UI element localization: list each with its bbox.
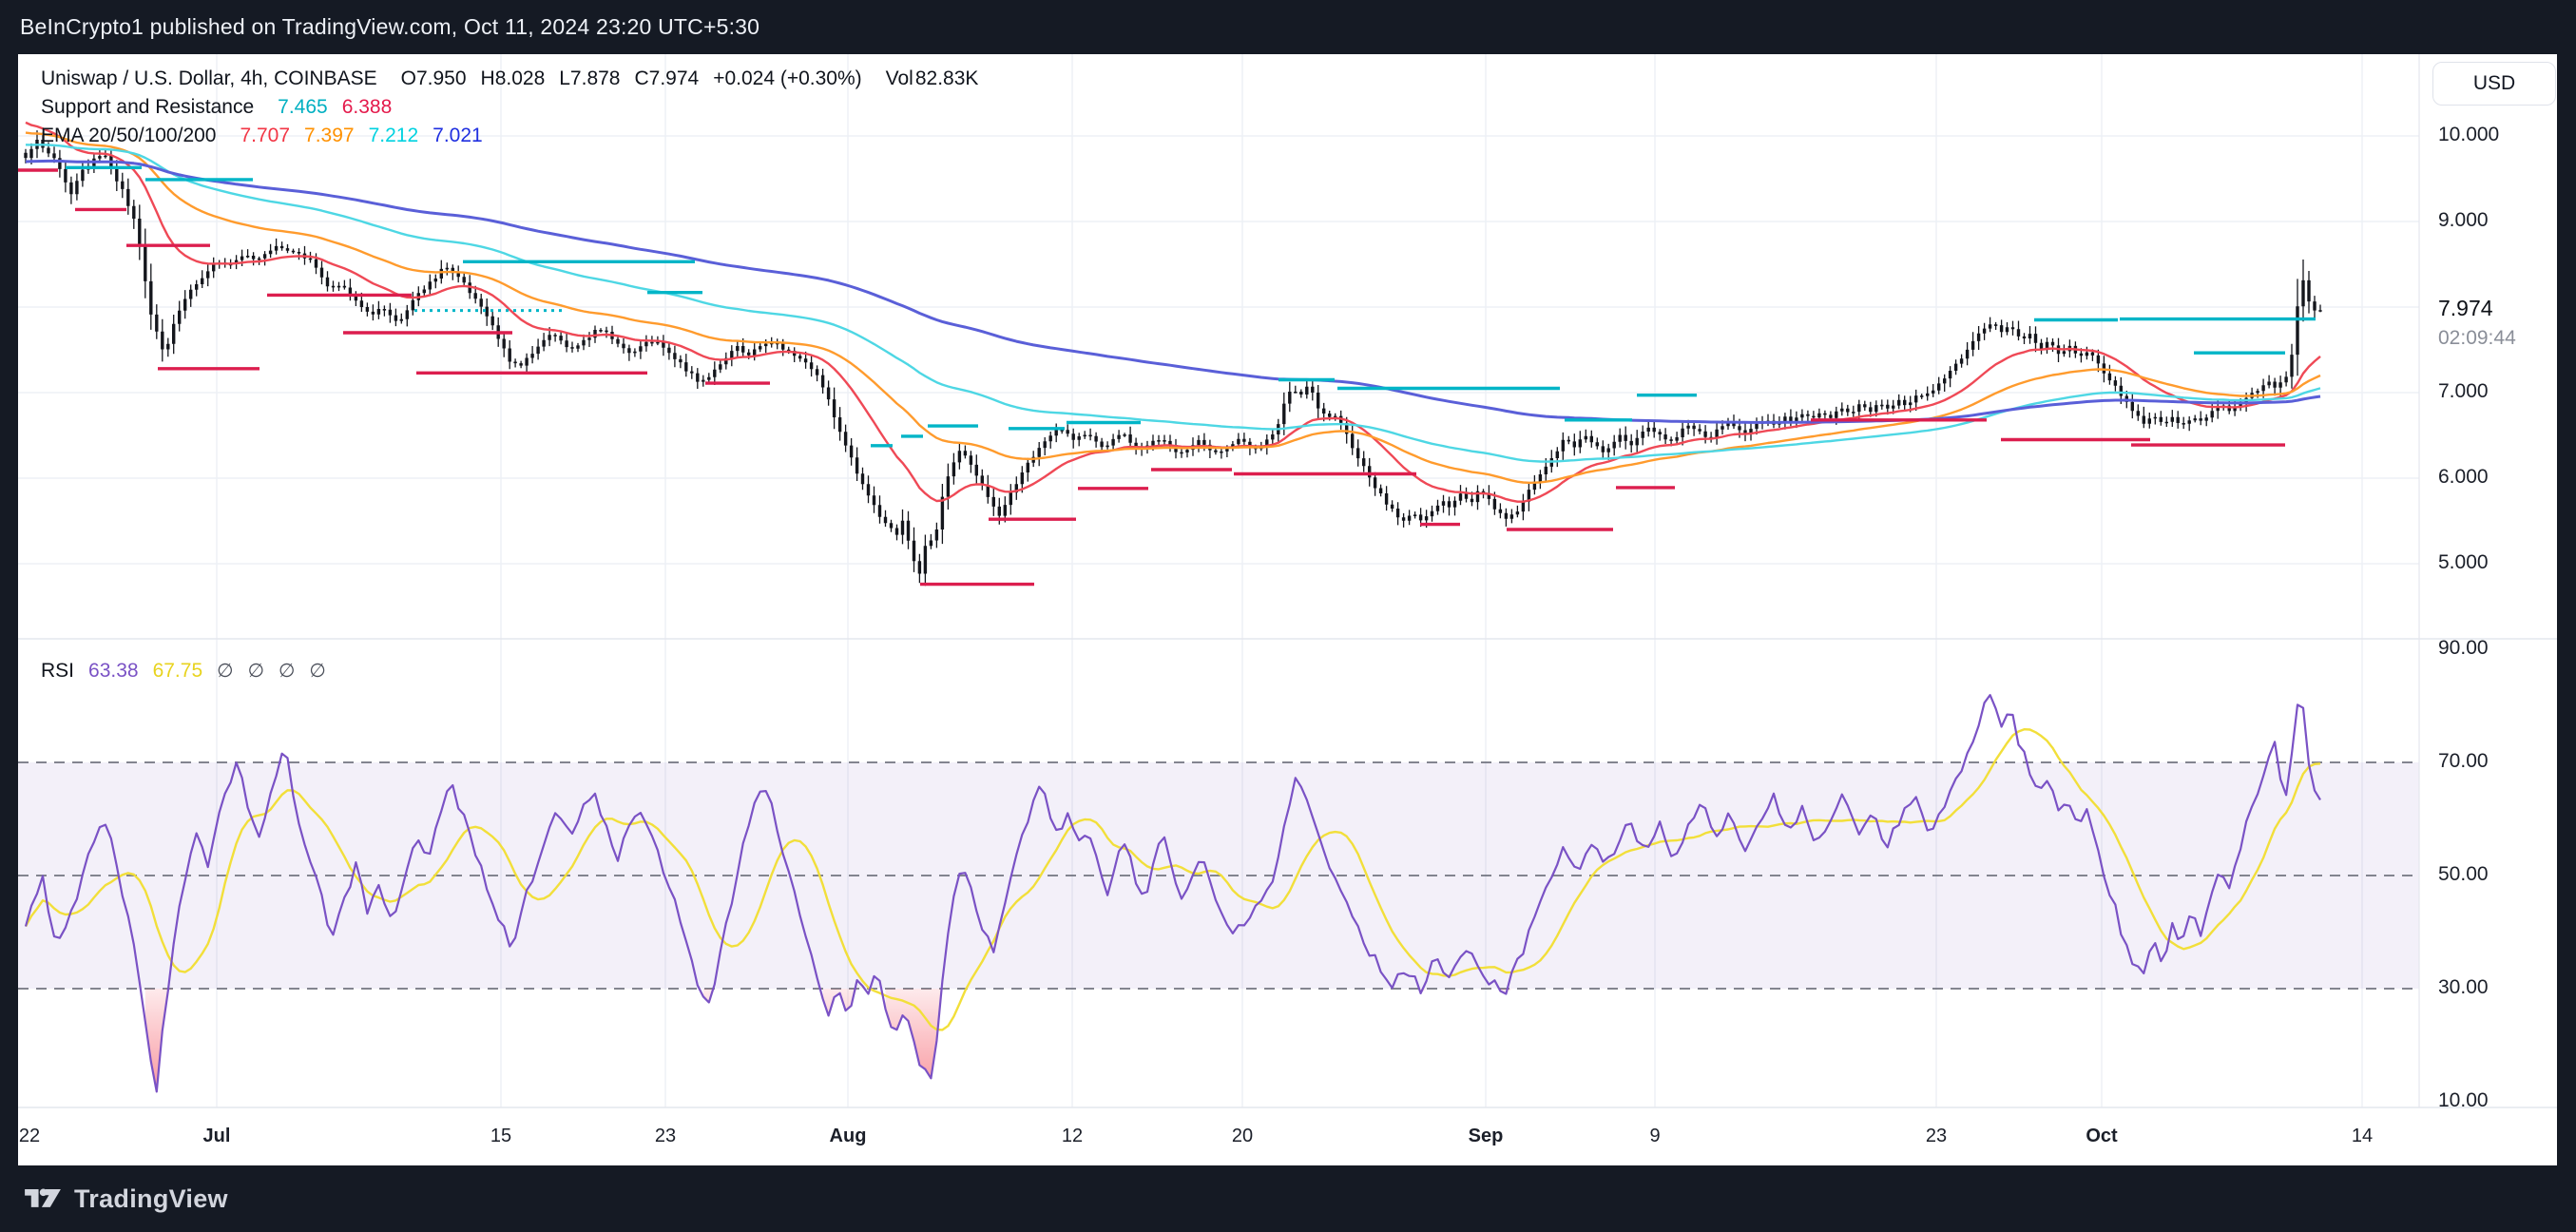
price-axis-label: 9.000: [2438, 209, 2489, 232]
footer: TradingView: [0, 1165, 2576, 1232]
rsi-legend-row[interactable]: RSI 63.38 67.75 ∅ ∅ ∅ ∅: [41, 659, 326, 683]
time-axis-label: 23: [1926, 1126, 1947, 1147]
rsi-axis-label: 70.00: [2438, 750, 2489, 773]
volume-label: Vol: [886, 67, 913, 90]
ohlc-close: C7.974: [634, 67, 699, 90]
chart-canvas[interactable]: [18, 54, 2557, 1165]
rsi-indicator-title: RSI: [41, 660, 74, 683]
time-axis-label: 9: [1649, 1126, 1660, 1147]
symbol-legend-row[interactable]: Uniswap / U.S. Dollar, 4h, COINBASE O7.9…: [41, 67, 978, 96]
ema50-value: 7.397: [304, 125, 355, 147]
price-axis-label: 7.000: [2438, 380, 2489, 403]
attribution-bar: BeInCrypto1 published on TradingView.com…: [0, 0, 2576, 54]
legend: Uniswap / U.S. Dollar, 4h, COINBASE O7.9…: [41, 67, 978, 153]
chart-frame: Uniswap / U.S. Dollar, 4h, COINBASE O7.9…: [18, 54, 2557, 1165]
screen: BeInCrypto1 published on TradingView.com…: [0, 0, 2576, 1232]
time-axis-label: 15: [490, 1126, 511, 1147]
price-axis-label: 6.000: [2438, 466, 2489, 489]
currency-toggle-label: USD: [2473, 72, 2515, 95]
sr-indicator-title: Support and Resistance: [41, 96, 254, 119]
ema-legend-row[interactable]: EMA 20/50/100/200 7.707 7.397 7.212 7.02…: [41, 125, 978, 153]
time-axis-label: Oct: [2086, 1126, 2117, 1147]
ema-indicator-title: EMA 20/50/100/200: [41, 125, 216, 147]
ohlc-high: H8.028: [481, 67, 546, 90]
empty-set-icon: ∅: [309, 659, 325, 683]
time-scale[interactable]: [18, 1108, 2557, 1165]
empty-set-icon: ∅: [217, 659, 233, 683]
ohlc-low: L7.878: [559, 67, 620, 90]
symbol-title: Uniswap / U.S. Dollar, 4h, COINBASE: [41, 67, 377, 90]
rsi-value: 63.38: [88, 660, 139, 683]
rsi-axis-label: 90.00: [2438, 637, 2489, 660]
volume-value: 82.83K: [915, 67, 979, 90]
sr-resistance-value: 7.465: [278, 96, 328, 119]
time-axis-label: Sep: [1469, 1126, 1504, 1147]
current-price-label: 7.974 02:09:44: [2438, 296, 2516, 350]
currency-toggle-button[interactable]: USD: [2432, 62, 2556, 106]
time-axis-label: 14: [2352, 1126, 2373, 1147]
rsi-axis-label: 50.00: [2438, 863, 2489, 886]
rsi-axis-label: 30.00: [2438, 976, 2489, 999]
time-axis-label: 12: [1062, 1126, 1083, 1147]
rsi-axis-label: 10.00: [2438, 1089, 2489, 1112]
empty-set-icon: ∅: [279, 659, 295, 683]
time-axis-label: 23: [655, 1126, 676, 1147]
time-axis-label: Jul: [203, 1126, 231, 1147]
sr-support-value: 6.388: [342, 96, 393, 119]
price-change: +0.024 (+0.30%): [713, 67, 861, 90]
ema100-value: 7.212: [369, 125, 419, 147]
time-axis-label: 22: [19, 1126, 40, 1147]
time-axis-label: Aug: [830, 1126, 867, 1147]
attribution-text: BeInCrypto1 published on TradingView.com…: [20, 14, 759, 40]
price-axis-label: 5.000: [2438, 551, 2489, 574]
empty-set-icon: ∅: [248, 659, 264, 683]
current-price-value: 7.974: [2438, 296, 2516, 322]
sr-legend-row[interactable]: Support and Resistance 7.465 6.388: [41, 96, 978, 125]
tradingview-brand-text: TradingView: [74, 1184, 228, 1214]
ema200-value: 7.021: [433, 125, 483, 147]
price-axis-label: 10.000: [2438, 124, 2499, 146]
tradingview-logo-icon: [24, 1185, 62, 1212]
ema20-value: 7.707: [240, 125, 290, 147]
bar-countdown: 02:09:44: [2438, 326, 2516, 350]
time-axis-label: 20: [1232, 1126, 1253, 1147]
ohlc-open: O7.950: [401, 67, 467, 90]
rsi-ma-value: 67.75: [153, 660, 203, 683]
